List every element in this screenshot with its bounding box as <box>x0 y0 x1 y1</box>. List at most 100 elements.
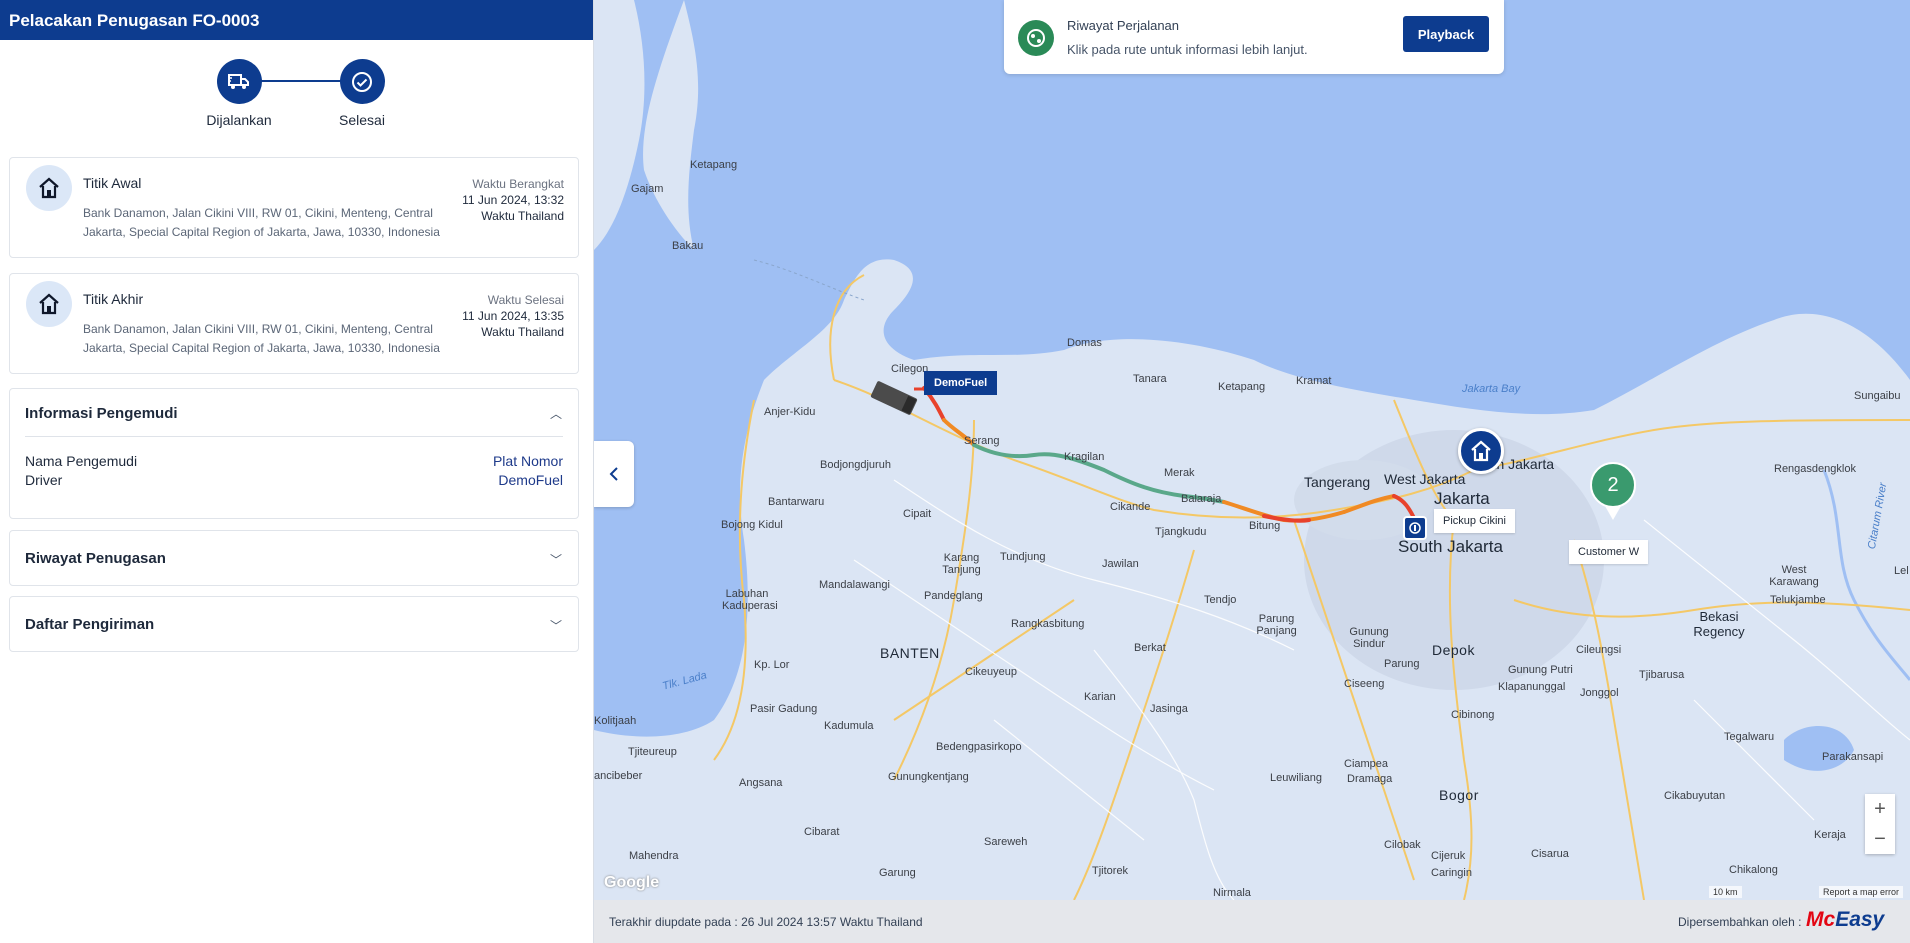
trip-history-banner: Riwayat Perjalanan Klik pada rute untuk … <box>1004 0 1504 74</box>
map-base <box>594 0 1910 900</box>
check-circle-icon <box>339 59 385 104</box>
map-place-label: Tjitorek <box>1092 865 1129 877</box>
delivery-list-title: Daftar Pengiriman <box>25 616 155 633</box>
app: Pelacakan Penugasan FO-0003 Dijalankan S… <box>0 0 1910 943</box>
trip-history-subtitle: Klik pada rute untuk informasi lebih lan… <box>1067 42 1308 57</box>
map-place-label: Cilobak <box>1384 839 1421 851</box>
map-place-label: Tegalwaru <box>1724 731 1775 743</box>
map-place-label: Jakarta Bay <box>1462 383 1521 395</box>
map-canvas[interactable]: Ketapang Gajam Bakau Cilegon Domas Anjer… <box>594 0 1910 900</box>
departure-timezone: Waktu Thailand <box>481 209 564 223</box>
step-label: Dijalankan <box>206 112 272 128</box>
route-icon <box>1018 20 1054 56</box>
collapse-panel-button[interactable] <box>594 441 634 507</box>
map-place-label: West Jakarta <box>1384 471 1466 487</box>
status-stepper: Dijalankan Selesai <box>0 40 593 132</box>
chevron-left-icon <box>609 467 618 481</box>
map-place-label: West Karawang <box>1769 564 1819 588</box>
map-place-label: Parung Panjang <box>1256 613 1297 637</box>
map-place-label: BANTEN <box>880 645 940 661</box>
cluster-pin-tail <box>1605 506 1621 520</box>
map-place-label: Cibarat <box>804 826 840 838</box>
map-place-label: Berkat <box>1134 642 1166 654</box>
map-place-label: Rengasdengklok <box>1774 463 1856 475</box>
map-place-label: Tangerang <box>1304 474 1371 490</box>
driver-name: Nama Pengemudi Driver <box>25 452 137 490</box>
trip-history-title: Riwayat Perjalanan <box>1067 18 1180 33</box>
home-pin-icon[interactable] <box>1458 428 1504 474</box>
map-place-label: Parung <box>1384 658 1420 670</box>
truck-icon <box>216 59 262 104</box>
map-place-label: Ketapang <box>690 159 738 171</box>
driver-info-section: Informasi Pengemudi ︿ Nama Pengemudi Dri… <box>9 388 579 519</box>
divider <box>25 436 563 437</box>
map-place-label: Kragilan <box>1064 451 1105 463</box>
map-place-label: Gunungkentjang <box>888 771 969 783</box>
plate-number-value: DemoFuel <box>498 472 563 488</box>
map-place-label: Pandeglang <box>924 590 983 602</box>
map-place-label: Serang <box>964 435 1000 447</box>
zoom-controls: + − <box>1865 794 1895 854</box>
map-place-label: Angsana <box>739 777 783 789</box>
playback-button[interactable]: Playback <box>1403 16 1489 52</box>
map-place-label: Bitung <box>1249 520 1281 532</box>
footer: Terakhir diupdate pada : 26 Jul 2024 13:… <box>594 900 1910 943</box>
driver-name-value: Driver <box>25 472 63 488</box>
cluster-marker[interactable]: 2 <box>1590 462 1636 508</box>
map-place-label: Kp. Lor <box>754 659 790 671</box>
driver-name-label: Nama Pengemudi <box>25 453 138 469</box>
map-place-label: Karang Tanjung <box>942 552 981 576</box>
map-place-label: Cikande <box>1110 501 1151 513</box>
map-place-label: Sungaibu <box>1854 390 1901 402</box>
zoom-out-button[interactable]: − <box>1865 824 1895 854</box>
end-point-address: Bank Danamon, Jalan Cikini VIII, RW 01, … <box>83 322 440 355</box>
vehicle-label[interactable]: DemoFuel <box>924 371 998 395</box>
customer-label[interactable]: Customer W <box>1569 540 1649 564</box>
pickup-label[interactable]: Pickup Cikini <box>1434 509 1515 533</box>
map-place-label: Labuhan Kaduperasi <box>722 588 778 612</box>
assignment-history-title: Riwayat Penugasan <box>25 550 166 567</box>
chevron-down-icon[interactable]: ﹀ <box>550 551 562 568</box>
map-place-label: Pasir Gadung <box>750 703 818 715</box>
map-place-label: Karian <box>1084 691 1116 703</box>
map-place-label: Ciseeng <box>1344 678 1385 690</box>
map-place-label: Caringin <box>1431 867 1472 879</box>
finish-time: Waktu Selesai 11 Jun 2024, 13:35 Waktu T… <box>462 292 564 340</box>
map-place-label: Lel <box>1894 565 1909 577</box>
map-scale: 10 km <box>1709 886 1742 898</box>
step-selesai: Selesai <box>312 59 412 128</box>
departure-time-label: Waktu Berangkat <box>472 177 564 191</box>
chevron-up-icon[interactable]: ︿ <box>550 405 562 422</box>
map-place-label: Bogor <box>1439 787 1479 803</box>
map-place-label: Cikabuyutan <box>1664 790 1726 802</box>
map-place-label: Dramaga <box>1347 773 1393 785</box>
finish-time-label: Waktu Selesai <box>487 293 564 307</box>
assignment-history-accordion[interactable]: Riwayat Penugasan ﹀ <box>9 530 579 586</box>
map-place-label: Tjangkudu <box>1155 526 1207 538</box>
delivery-list-accordion[interactable]: Daftar Pengiriman ﹀ <box>9 596 579 652</box>
map-place-label: Cisarua <box>1531 848 1569 860</box>
map-place-label: Parakansapi <box>1822 751 1884 763</box>
map-place-label: Bantarwaru <box>768 496 825 508</box>
map-place-label: Sareweh <box>984 836 1028 848</box>
start-point-title: Titik Awal <box>83 175 142 191</box>
map-place-label: Bojong Kidul <box>721 519 783 531</box>
step-dijalankan: Dijalankan <box>189 59 289 128</box>
chevron-down-icon[interactable]: ﹀ <box>550 617 562 634</box>
map-place-label: Bodjongdjuruh <box>820 459 891 471</box>
driver-info-title[interactable]: Informasi Pengemudi <box>25 405 178 422</box>
map-place-label: Jawilan <box>1102 558 1139 570</box>
map-place-label: Jonggol <box>1580 687 1619 699</box>
map-place-label: Domas <box>1067 337 1102 349</box>
map-place-label: Bakau <box>672 240 704 252</box>
report-map-error-link[interactable]: Report a map error <box>1819 886 1904 898</box>
map-place-label: Keraja <box>1814 829 1846 841</box>
zoom-in-button[interactable]: + <box>1865 794 1895 824</box>
pickup-pin-icon[interactable] <box>1403 516 1427 540</box>
departure-time-value: 11 Jun 2024, 13:32 <box>462 193 564 207</box>
map-place-label: Kramat <box>1296 375 1332 387</box>
assignment-panel: Pelacakan Penugasan FO-0003 Dijalankan S… <box>0 0 594 943</box>
map-place-label: Gajam <box>631 183 664 195</box>
map-place-label: Klapanunggal <box>1498 681 1566 693</box>
map-place-label: Kolitjaah <box>594 715 637 727</box>
